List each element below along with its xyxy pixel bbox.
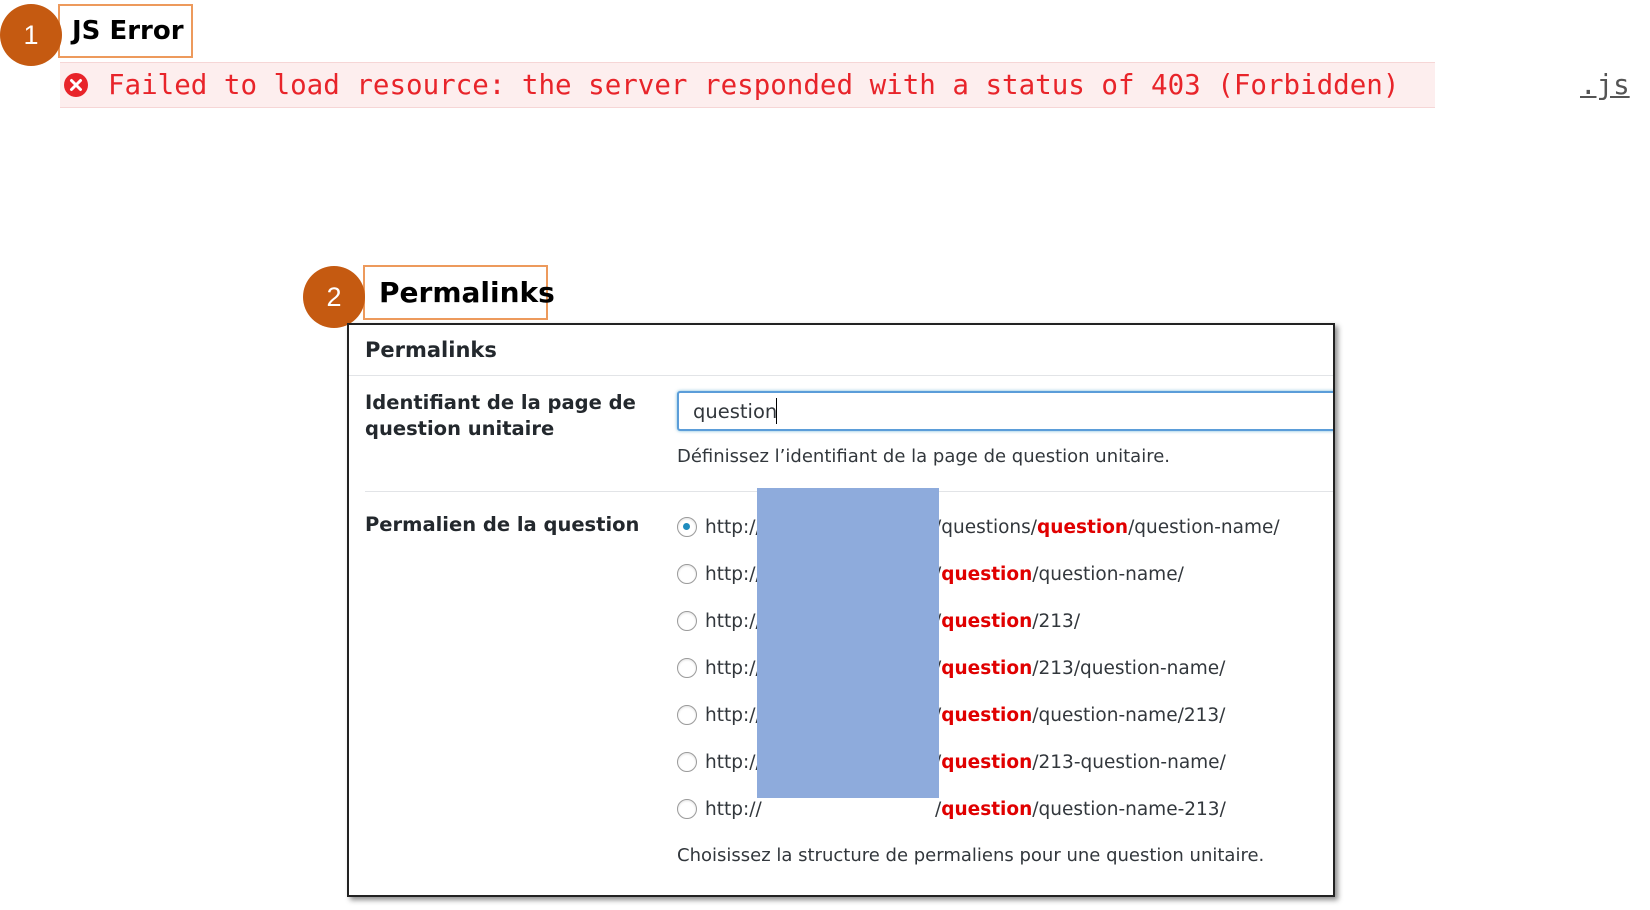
callout-2-label: Permalinks xyxy=(363,265,555,320)
radio-button[interactable] xyxy=(677,799,697,819)
slug-field-label-line1: Identifiant de la page de xyxy=(365,391,636,414)
option-keyword: question xyxy=(1037,516,1129,538)
option-prefix: http:// xyxy=(705,610,762,632)
radio-button-checked[interactable] xyxy=(677,517,697,537)
radio-button[interactable] xyxy=(677,564,697,584)
slug-help-text: Définissez l’identifiant de la page de q… xyxy=(677,446,1170,467)
callout-1-label: JS Error xyxy=(58,4,193,58)
radio-button[interactable] xyxy=(677,658,697,678)
option-path-before: /questions/ xyxy=(935,516,1038,538)
permalink-field-label: Permalien de la question xyxy=(365,513,640,536)
permalink-option-7[interactable]: http:/// question/question-name-213/ xyxy=(677,795,1226,823)
text-caret xyxy=(776,398,777,424)
option-keyword: question xyxy=(941,798,1033,820)
option-keyword: question xyxy=(941,704,1033,726)
option-prefix: http:// xyxy=(705,751,762,773)
callout-2-badge: 2 xyxy=(303,266,365,328)
option-prefix: http:// xyxy=(705,516,762,538)
option-keyword: question xyxy=(941,610,1033,632)
option-prefix: http:// xyxy=(705,704,762,726)
option-path-after: /213/ xyxy=(1032,610,1081,632)
radio-button[interactable] xyxy=(677,611,697,631)
permalink-help-text: Choisissez la structure de permaliens po… xyxy=(677,845,1265,866)
option-keyword: question xyxy=(941,563,1033,585)
console-source-link[interactable]: .js xyxy=(1580,67,1630,103)
callout-1-label-text: JS Error xyxy=(72,16,184,46)
option-prefix: http:// xyxy=(705,657,762,679)
radio-button[interactable] xyxy=(677,705,697,725)
slug-field-label-line2: question unitaire xyxy=(365,417,555,440)
slug-field-label: Identifiant de la page de question unita… xyxy=(365,390,636,442)
option-path-after: /question-name/213/ xyxy=(1032,704,1226,726)
callout-2-label-text: Permalinks xyxy=(379,276,555,309)
option-keyword: question xyxy=(941,657,1033,679)
redacted-domain-block xyxy=(757,488,939,798)
option-prefix: http:// xyxy=(705,798,762,820)
option-path-after: /213-question-name/ xyxy=(1032,751,1226,773)
callout-1-badge: 1 xyxy=(0,4,62,66)
option-path-after: /213/question-name/ xyxy=(1032,657,1226,679)
permalinks-panel: Permalinks Identifiant de la page de que… xyxy=(347,323,1335,897)
error-circle-icon xyxy=(64,73,88,97)
callout-2-number: 2 xyxy=(326,281,342,312)
option-keyword: question xyxy=(941,751,1033,773)
callout-1-number: 1 xyxy=(23,19,39,50)
option-prefix: http:// xyxy=(705,563,762,585)
panel-title-divider xyxy=(349,375,1333,376)
radio-button[interactable] xyxy=(677,752,697,772)
option-path-after: /question-name-213/ xyxy=(1032,798,1226,820)
console-error-message: Failed to load resource: the server resp… xyxy=(108,69,1400,101)
option-path-after: /question-name/ xyxy=(1128,516,1280,538)
panel-title: Permalinks xyxy=(365,338,497,362)
option-path-after: /question-name/ xyxy=(1032,563,1184,585)
